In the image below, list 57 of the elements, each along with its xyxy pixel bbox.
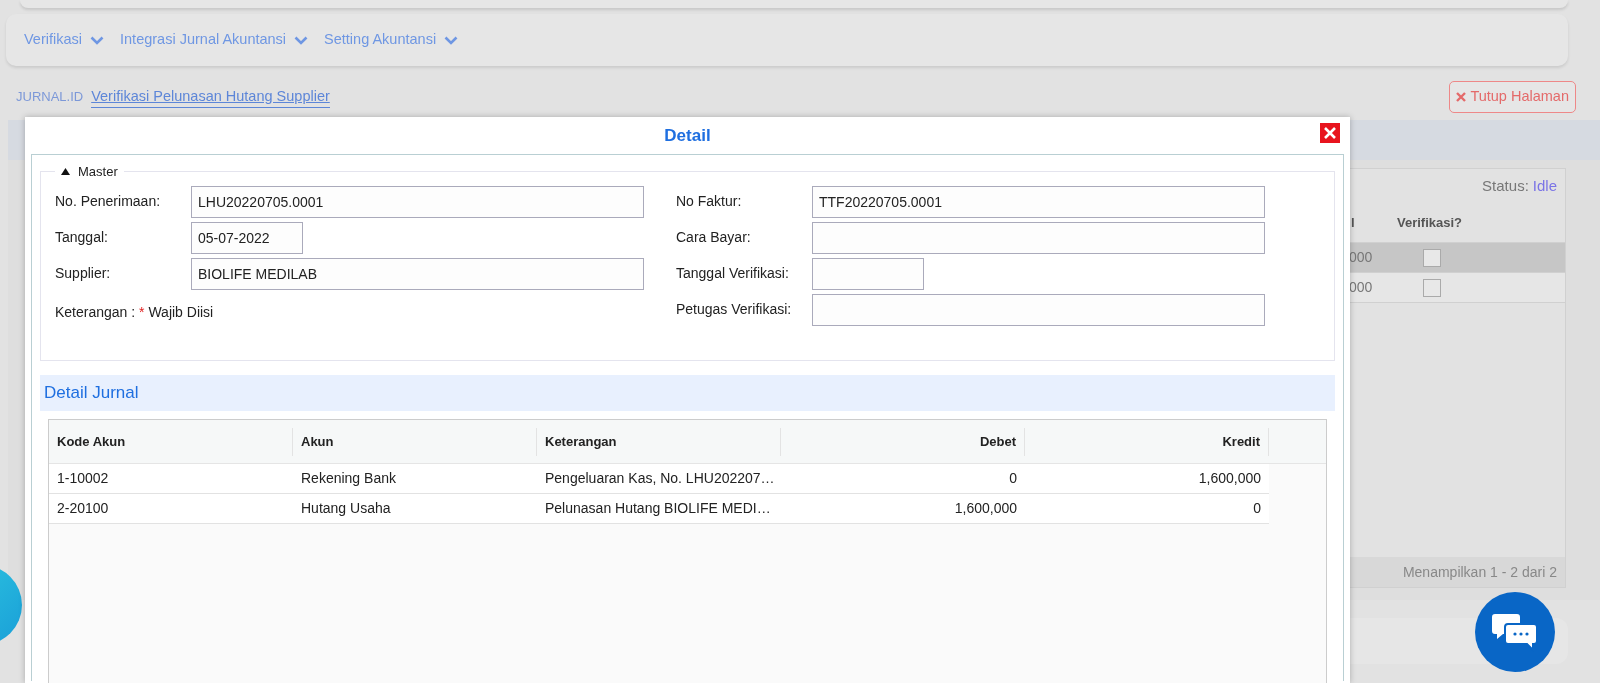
field-label: No. Penerimaan: [55, 192, 162, 211]
field-label: Supplier: [55, 264, 112, 283]
required-note: Keterangan : * Wajib Diisi [55, 303, 215, 322]
input-field[interactable]: 05-07-2022 [191, 222, 303, 254]
checkbox[interactable] [1423, 248, 1441, 267]
column-header: Verifikasi? [1396, 213, 1463, 232]
input-field[interactable]: BIOLIFE MEDILAB [191, 258, 644, 290]
close-icon [1324, 127, 1336, 139]
column-header: Akun [301, 432, 334, 451]
table-cell-text: 2-20100 [57, 499, 109, 518]
table-cell-text: 0 [1009, 469, 1017, 488]
menu-item[interactable]: Verifikasi [24, 29, 105, 51]
table-cell-text: 1,600,000 [954, 499, 1017, 518]
collapse-toggle-icon[interactable] [61, 168, 70, 176]
chevron-down-icon [294, 35, 309, 45]
fieldset-legend: Master [78, 162, 118, 182]
table-cell-text: 000 [1349, 248, 1374, 267]
table-cell-text: Pengeluaran Kas, No. LHU202207… [545, 469, 775, 488]
column-header: Keterangan [545, 432, 617, 451]
input-field[interactable]: LHU20220705.0001 [191, 186, 644, 218]
status-label: Status: [1482, 175, 1529, 196]
input-field[interactable]: TTF20220705.0001 [812, 186, 1265, 218]
grid-row[interactable]: 000 [1349, 243, 1565, 273]
column-header: Kode Akun [57, 432, 126, 451]
column-header: l [1350, 213, 1356, 232]
column-header: Debet [979, 432, 1016, 451]
chevron-down-icon [90, 35, 105, 45]
table-cell-text: 0 [1253, 499, 1261, 518]
chevron-down-icon [444, 35, 459, 45]
pager-text: Menampilkan 1 - 2 dari 2 [1402, 562, 1557, 582]
table-cell-text: Pelunasan Hutang BIOLIFE MEDI… [545, 499, 771, 518]
field-label: Petugas Verifikasi: [676, 300, 793, 319]
section-header: Detail Jurnal [40, 375, 1335, 411]
input-field[interactable] [812, 294, 1265, 326]
breadcrumb-root: JURNAL.ID [16, 88, 84, 107]
breadcrumb-link[interactable]: Verifikasi Pelunasan Hutang Supplier [91, 85, 330, 109]
input-field[interactable] [812, 222, 1265, 254]
menu-item[interactable]: Integrasi Jurnal Akuntansi [120, 29, 309, 51]
field-label: Cara Bayar: [676, 228, 752, 247]
dialog-title: Detail [664, 124, 711, 147]
close-button[interactable] [1320, 123, 1340, 143]
table-cell-text: 1-10002 [57, 469, 109, 488]
grid-row[interactable]: 000 [1349, 273, 1565, 303]
field-label: Tanggal: [55, 228, 109, 247]
table-cell-text: Hutang Usaha [301, 499, 391, 518]
close-page-button[interactable]: Tutup Halaman [1449, 81, 1576, 113]
column-header: Kredit [1222, 432, 1260, 451]
field-label: No Faktur: [676, 192, 743, 211]
table-cell-text: 000 [1349, 278, 1374, 297]
status-value: Idle [1532, 175, 1557, 196]
input-field[interactable] [812, 258, 924, 290]
table-cell-text: 1,600,000 [1198, 469, 1261, 488]
menu-item[interactable]: Setting Akuntansi [324, 29, 459, 51]
checkbox[interactable] [1423, 278, 1441, 297]
close-icon [1456, 92, 1467, 102]
table-cell-text: Rekening Bank [301, 469, 396, 488]
field-label: Tanggal Verifikasi: [676, 264, 790, 283]
